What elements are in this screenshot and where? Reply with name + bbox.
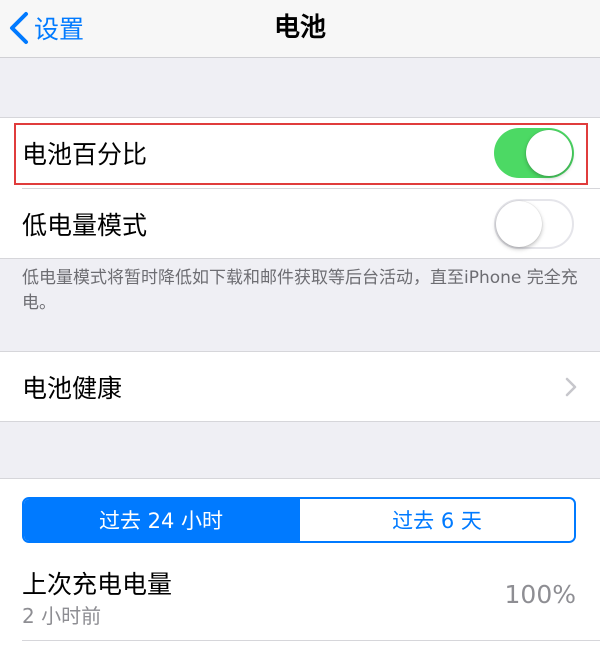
last-charge-time: 2 小时前 [22, 604, 102, 628]
toggle-knob [526, 130, 572, 176]
battery-health-group: 电池健康 [0, 351, 600, 422]
battery-percentage-label: 电池百分比 [22, 140, 148, 169]
segment-last-6-days[interactable]: 过去 6 天 [298, 499, 574, 541]
last-charge-title: 上次充电电量 [22, 570, 173, 599]
segment-last-24-hours[interactable]: 过去 24 小时 [24, 499, 298, 541]
toggle-group: 电池百分比 低电量模式 [0, 117, 600, 259]
time-range-segmented-control: 过去 24 小时 过去 6 天 [22, 497, 576, 543]
low-power-footnote: 低电量模式将暂时降低如下载和邮件获取等后台活动，直至iPhone 完全充电。 [22, 268, 578, 313]
navigation-bar: 设置 电池 [0, 0, 600, 58]
battery-health-label: 电池健康 [22, 373, 123, 403]
chevron-right-icon [565, 377, 577, 396]
battery-health-row[interactable]: 电池健康 [0, 352, 600, 421]
low-power-mode-toggle[interactable] [494, 199, 574, 249]
page-title: 电池 [273, 13, 326, 43]
battery-percentage-row: 电池百分比 [0, 118, 600, 188]
last-charge-value: 100% [504, 580, 576, 609]
low-power-mode-label: 低电量模式 [22, 211, 148, 240]
toggle-knob [496, 201, 542, 247]
row-divider [22, 640, 600, 641]
battery-percentage-toggle[interactable] [494, 128, 574, 178]
low-power-mode-row: 低电量模式 [0, 189, 600, 259]
